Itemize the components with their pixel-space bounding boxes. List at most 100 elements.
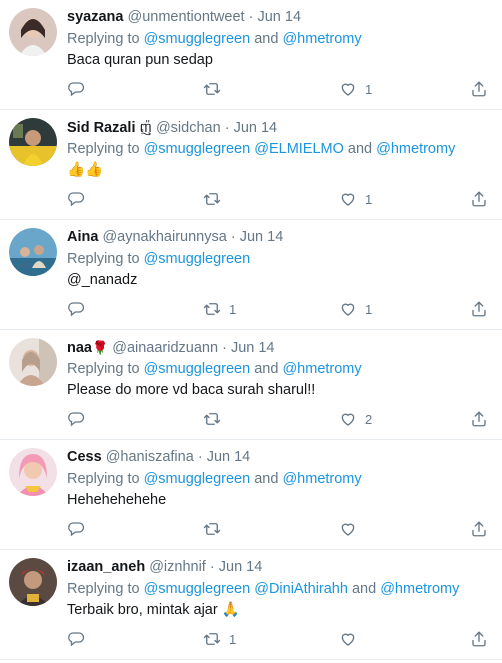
display-name[interactable]: Sid Razali xyxy=(67,120,136,136)
mention-link[interactable]: @smugglegreen xyxy=(144,581,251,597)
mention-link[interactable]: @hmetromy xyxy=(376,141,455,157)
like-count: 1 xyxy=(365,191,373,207)
share-button[interactable] xyxy=(470,409,488,429)
mention-link[interactable]: @hmetromy xyxy=(282,31,361,47)
user-handle[interactable]: @iznhnif xyxy=(149,559,206,575)
user-handle[interactable]: @aynakhairunnysa xyxy=(102,229,226,245)
share-button[interactable] xyxy=(470,79,488,99)
retweet-count: 1 xyxy=(229,631,237,647)
share-button[interactable] xyxy=(470,299,488,319)
user-handle[interactable]: @sidchan xyxy=(156,120,221,136)
tweet-header: naa🌹 @ainaaridzuann · Jun 14 xyxy=(67,338,492,358)
tweet-date[interactable]: Jun 14 xyxy=(257,9,301,25)
tweet[interactable]: izaan_aneh @iznhnif · Jun 14 Replying to… xyxy=(0,550,502,660)
tweet-actions: 1 xyxy=(67,189,488,209)
share-icon xyxy=(472,81,486,97)
avatar[interactable] xyxy=(9,558,57,606)
retweet-button[interactable] xyxy=(203,519,229,539)
and-text: and xyxy=(250,471,283,487)
replying-to: Replying to @smugglegreen @ELMIELMO and … xyxy=(67,139,492,160)
retweet-button[interactable]: 1 xyxy=(203,299,236,319)
reply-button[interactable] xyxy=(67,519,85,539)
tweet-date[interactable]: Jun 14 xyxy=(240,229,284,245)
display-name[interactable]: izaan_aneh xyxy=(67,559,145,575)
retweet-icon xyxy=(203,193,221,205)
separator: · xyxy=(248,9,254,25)
tweet-actions: 1 xyxy=(67,79,488,99)
reply-button[interactable] xyxy=(67,299,85,319)
reply-button[interactable] xyxy=(67,629,85,649)
tweet-mention-link[interactable]: @_nanadz xyxy=(67,270,492,291)
display-name[interactable]: Cess xyxy=(67,449,102,465)
reply-button[interactable] xyxy=(67,189,85,209)
display-name[interactable]: syazana xyxy=(67,9,123,25)
avatar[interactable] xyxy=(9,118,57,166)
tweet[interactable]: syazana @unmentiontweet · Jun 14 Replyin… xyxy=(0,0,502,110)
mention-link[interactable]: @hmetromy xyxy=(282,361,361,377)
share-icon xyxy=(472,191,486,207)
share-button[interactable] xyxy=(470,519,488,539)
replying-label: Replying to xyxy=(67,361,144,377)
tweet-content: Replying to @smugglegreen @ELMIELMO and … xyxy=(67,139,492,181)
retweet-button[interactable] xyxy=(203,79,229,99)
display-name[interactable]: naa xyxy=(67,340,92,356)
avatar[interactable] xyxy=(9,228,57,276)
retweet-icon xyxy=(203,523,221,535)
avatar[interactable] xyxy=(9,448,57,496)
heart-icon xyxy=(341,303,355,316)
mention-link[interactable]: @hmetromy xyxy=(282,471,361,487)
tweet[interactable]: Cess @haniszafina · Jun 14 Replying to @… xyxy=(0,440,502,550)
tweet-date[interactable]: Jun 14 xyxy=(231,340,275,356)
display-name[interactable]: Aina xyxy=(67,229,98,245)
and-text: and xyxy=(250,361,283,377)
and-text: and xyxy=(343,141,377,157)
separator: · xyxy=(230,229,236,245)
like-count: 1 xyxy=(365,81,373,97)
user-handle[interactable]: @unmentiontweet xyxy=(127,9,244,25)
user-handle[interactable]: @ainaaridzuann xyxy=(112,340,218,356)
replying-label: Replying to xyxy=(67,251,144,267)
share-icon xyxy=(472,301,486,317)
tweet-actions: 1 1 xyxy=(67,299,488,319)
user-handle[interactable]: @haniszafina xyxy=(106,449,194,465)
retweet-button[interactable] xyxy=(203,189,229,209)
tweet[interactable]: Aina @aynakhairunnysa · Jun 14 Replying … xyxy=(0,220,502,330)
like-button[interactable]: 1 xyxy=(339,79,372,99)
avatar[interactable] xyxy=(9,8,57,56)
tweet-content: Replying to @smugglegreen @DiniAthirahh … xyxy=(67,579,492,621)
replying-label: Replying to xyxy=(67,31,144,47)
like-button[interactable]: 1 xyxy=(339,299,372,319)
tweet-header: Cess @haniszafina · Jun 14 xyxy=(67,448,492,467)
reply-button[interactable] xyxy=(67,409,85,429)
mention-link[interactable]: @smugglegreen xyxy=(144,361,251,377)
tweet[interactable]: naa🌹 @ainaaridzuann · Jun 14 Replying to… xyxy=(0,330,502,440)
like-button[interactable]: 1 xyxy=(339,189,372,209)
mention-link[interactable]: @smugglegreen xyxy=(144,141,251,157)
mention-link[interactable]: @hmetromy xyxy=(380,581,459,597)
replying-label: Replying to xyxy=(67,581,144,597)
share-button[interactable] xyxy=(470,189,488,209)
tweet-date[interactable]: Jun 14 xyxy=(207,449,251,465)
tweet-date[interactable]: Jun 14 xyxy=(219,559,263,575)
retweet-icon xyxy=(203,413,221,425)
share-button[interactable] xyxy=(470,629,488,649)
retweet-button[interactable]: 1 xyxy=(203,629,236,649)
retweet-button[interactable] xyxy=(203,409,229,429)
mention-link[interactable]: @ELMIELMO xyxy=(254,141,344,157)
mention-link[interactable]: @smugglegreen xyxy=(144,471,251,487)
tweet[interactable]: Sid Razali ញ៉ @sidchan · Jun 14 Replying… xyxy=(0,110,502,220)
mention-link[interactable]: @smugglegreen xyxy=(144,251,251,267)
like-button[interactable]: 2 xyxy=(339,409,372,429)
separator: · xyxy=(209,559,215,575)
avatar[interactable] xyxy=(9,338,57,386)
mention-link[interactable]: @smugglegreen xyxy=(144,31,251,47)
reply-button[interactable] xyxy=(67,79,85,99)
like-button[interactable] xyxy=(339,519,365,539)
like-button[interactable] xyxy=(339,629,365,649)
rose-emoji: 🌹 xyxy=(92,340,109,355)
tweet-date[interactable]: Jun 14 xyxy=(234,120,278,136)
heart-icon xyxy=(341,193,355,206)
mention-link[interactable]: @DiniAthirahh xyxy=(254,581,348,597)
replying-to: Replying to @smugglegreen xyxy=(67,249,492,270)
share-icon xyxy=(472,631,486,647)
